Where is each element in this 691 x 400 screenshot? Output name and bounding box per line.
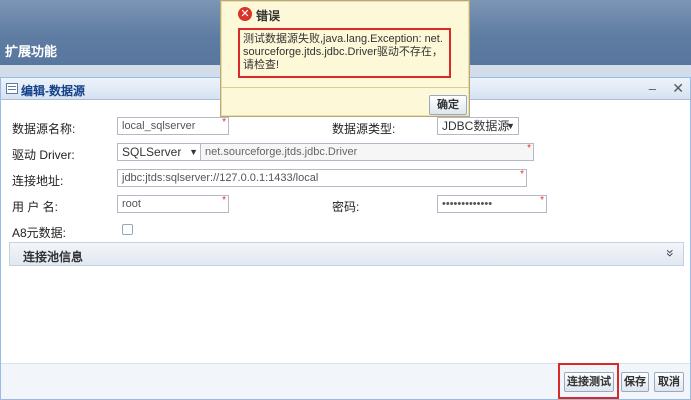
ds-type-value: JDBC数据源	[442, 119, 510, 133]
url-label: 连接地址:	[12, 174, 64, 188]
window-footer: 连接测试 保存 取消	[1, 363, 690, 399]
required-mark: *	[540, 195, 544, 206]
driver-type-value: SQLServer	[122, 145, 182, 159]
password-input[interactable]: ••••••••••••• *	[437, 195, 547, 213]
save-button[interactable]: 保存	[621, 372, 649, 392]
ds-name-label: 数据源名称:	[12, 122, 76, 136]
password-label: 密码:	[332, 200, 360, 214]
password-value: •••••••••••••	[442, 198, 493, 210]
a8-metadata-checkbox[interactable]	[122, 224, 133, 235]
url-input[interactable]: jdbc:jtds:sqlserver://127.0.0.1:1433/loc…	[117, 169, 527, 187]
required-mark: *	[520, 169, 524, 180]
dropdown-arrow-icon: ▼	[189, 147, 198, 157]
expand-icon[interactable]: »	[663, 249, 679, 257]
required-mark: *	[222, 117, 226, 128]
ds-type-select[interactable]: JDBC数据源 ▼	[437, 117, 519, 135]
dropdown-arrow-icon: ▼	[506, 121, 515, 131]
edit-datasource-window: 编辑-数据源 – ✕ 数据源名称: local_sqlserver * 数据源类…	[0, 77, 691, 400]
required-mark: *	[527, 143, 531, 154]
username-label: 用 户 名:	[12, 200, 59, 214]
close-icon[interactable]: ✕	[672, 80, 684, 97]
username-input[interactable]: root *	[117, 195, 229, 213]
url-value: jdbc:jtds:sqlserver://127.0.0.1:1433/loc…	[122, 172, 319, 184]
ds-type-label: 数据源类型:	[332, 122, 396, 136]
required-mark: *	[222, 195, 226, 206]
window-title: 编辑-数据源	[21, 84, 85, 98]
username-value: root	[122, 198, 141, 210]
dialog-title: 错误	[256, 9, 281, 23]
minimize-icon[interactable]: –	[649, 81, 656, 96]
connection-test-button[interactable]: 连接测试	[564, 372, 614, 392]
error-dialog: ✕ 错误 测试数据源失败,java.lang.Exception: net.so…	[220, 0, 470, 117]
a8-metadata-label: A8元数据:	[12, 226, 67, 240]
window-form-icon	[6, 83, 18, 94]
driver-type-select[interactable]: SQLServer ▼	[117, 143, 202, 161]
error-icon: ✕	[238, 7, 252, 21]
error-message: 测试数据源失败,java.lang.Exception: net.sourcef…	[238, 28, 451, 78]
driver-class-value: net.sourceforge.jtds.jdbc.Driver	[205, 146, 358, 158]
cancel-button[interactable]: 取消	[654, 372, 684, 392]
ds-name-value: local_sqlserver	[122, 120, 196, 132]
ds-name-input[interactable]: local_sqlserver *	[117, 117, 229, 135]
app-title: 扩展功能	[5, 44, 58, 59]
driver-class-input[interactable]: net.sourceforge.jtds.jdbc.Driver *	[200, 143, 534, 161]
ok-button[interactable]: 确定	[429, 95, 467, 115]
dialog-divider	[221, 87, 469, 88]
driver-label: 驱动 Driver:	[12, 148, 75, 162]
connection-pool-title: 连接池信息	[23, 250, 84, 264]
connection-pool-panel[interactable]: 连接池信息 »	[9, 242, 684, 266]
